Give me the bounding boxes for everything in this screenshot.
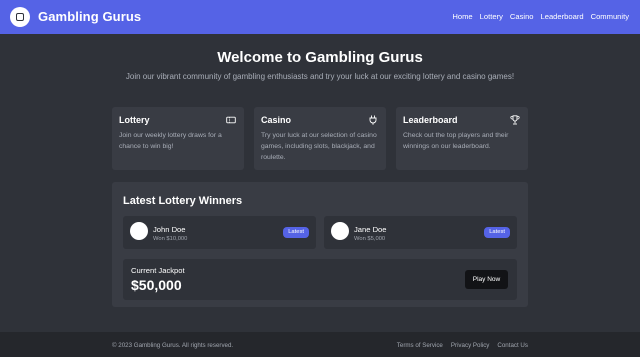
avatar [130, 222, 148, 240]
winner-name: Jane Doe [354, 225, 387, 234]
copyright: © 2023 Gambling Gurus. All rights reserv… [112, 342, 234, 349]
card-description: Join our weekly lottery draws for a chan… [119, 132, 222, 150]
main-nav: Home Lottery Casino Leaderboard Communit… [452, 12, 629, 21]
play-now-button[interactable]: Play Now [465, 270, 508, 289]
latest-badge: Latest [484, 227, 510, 238]
lottery-winners-panel: Latest Lottery Winners John Doe Won $10,… [112, 182, 528, 307]
winner-card: John Doe Won $10,000 Latest [123, 216, 316, 249]
nav-community[interactable]: Community [591, 12, 629, 21]
footer-link-terms[interactable]: Terms of Service [397, 342, 443, 349]
avatar [331, 222, 349, 240]
card-title: Leaderboard [403, 115, 458, 125]
card-casino[interactable]: Casino Try your luck at our selection of… [254, 107, 386, 170]
winner-card: Jane Doe Won $5,000 Latest [324, 216, 517, 249]
card-description: Check out the top players and their winn… [403, 132, 509, 150]
footer-link-privacy[interactable]: Privacy Policy [451, 342, 490, 349]
card-leaderboard[interactable]: Leaderboard Check out the top players an… [396, 107, 528, 170]
card-title: Lottery [119, 115, 150, 125]
top-navbar: Gambling Gurus Home Lottery Casino Leade… [0, 0, 640, 34]
hero-subtitle: Join our vibrant community of gambling e… [125, 72, 515, 81]
nav-lottery[interactable]: Lottery [480, 12, 503, 21]
winner-name: John Doe [153, 225, 186, 234]
ticket-icon [226, 116, 236, 124]
card-description: Try your luck at our selection of casino… [261, 132, 377, 161]
footer-links: Terms of Service Privacy Policy Contact … [397, 342, 528, 349]
trophy-icon [510, 115, 520, 125]
logo-icon[interactable] [10, 7, 30, 27]
jackpot-amount: $50,000 [131, 277, 182, 293]
nav-casino[interactable]: Casino [510, 12, 534, 21]
winner-amount: Won $5,000 [354, 236, 386, 242]
plug-icon [369, 115, 377, 125]
jackpot-label: Current Jackpot [131, 266, 185, 275]
card-lottery[interactable]: Lottery Join our weekly lottery draws fo… [112, 107, 244, 170]
winner-amount: Won $10,000 [153, 236, 188, 242]
page-title: Welcome to Gambling Gurus [217, 49, 423, 66]
latest-badge: Latest [283, 227, 309, 238]
nav-leaderboard[interactable]: Leaderboard [541, 12, 584, 21]
brand-name[interactable]: Gambling Gurus [38, 9, 141, 24]
card-title: Casino [261, 115, 292, 125]
section-title: Latest Lottery Winners [123, 195, 243, 207]
footer-link-contact[interactable]: Contact Us [497, 342, 528, 349]
footer: © 2023 Gambling Gurus. All rights reserv… [0, 332, 640, 357]
nav-home[interactable]: Home [452, 12, 472, 21]
jackpot-box: Current Jackpot $50,000 Play Now [123, 259, 517, 300]
